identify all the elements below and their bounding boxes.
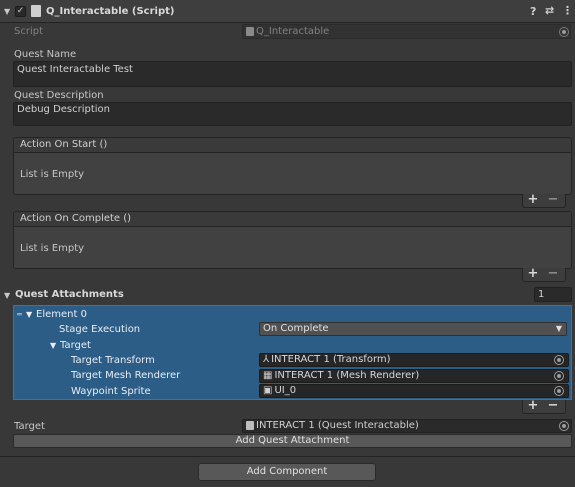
add-listener-button[interactable]: + <box>523 193 543 206</box>
target-label: Target <box>14 421 45 432</box>
collapse-chevron-icon[interactable]: ▼ <box>4 7 10 16</box>
action-on-complete-event: Action On Complete () List is Empty <box>13 211 572 269</box>
stage-execution-value: On Complete <box>263 323 329 334</box>
transform-icon: ⅄ <box>263 354 270 365</box>
script-label: Script <box>14 26 44 37</box>
add-listener-button[interactable]: + <box>523 267 543 280</box>
add-element-button[interactable]: + <box>523 399 543 412</box>
object-picker-icon[interactable] <box>554 371 564 381</box>
script-file-icon <box>246 26 254 36</box>
sprite-icon: ▣ <box>263 385 273 396</box>
remove-listener-button[interactable]: − <box>543 267 563 280</box>
object-picker-icon[interactable] <box>554 386 564 396</box>
component-title: Q_Interactable (Script) <box>46 6 175 17</box>
script-field: Q_Interactable <box>242 24 571 39</box>
quest-attachments-label[interactable]: Quest Attachments <box>15 289 124 300</box>
divider <box>0 456 575 457</box>
target-transform-field[interactable]: ⅄ INTERACT 1 (Transform) <box>259 353 569 367</box>
help-icon[interactable]: ? <box>530 5 536 18</box>
waypoint-sprite-field[interactable]: ▣ UI_0 <box>259 384 569 398</box>
dropdown-arrow-icon: ▼ <box>555 324 562 333</box>
component-header: ▼ ✓ Q_Interactable (Script) ? ⇄ ⋮ <box>0 0 575 23</box>
quest-attachments-size-input[interactable]: 1 <box>534 287 572 302</box>
element-label[interactable]: Element 0 <box>36 309 87 320</box>
object-picker-icon[interactable] <box>559 421 569 431</box>
add-quest-attachment-button[interactable]: Add Quest Attachment <box>13 434 572 448</box>
script-icon <box>31 5 41 17</box>
object-picker-icon[interactable] <box>554 355 564 365</box>
quest-name-label: Quest Name <box>14 49 77 60</box>
quest-description-input[interactable]: Debug Description <box>13 102 572 126</box>
waypoint-sprite-value: UI_0 <box>274 385 297 396</box>
action-on-complete-controls: + − <box>522 267 566 282</box>
stage-execution-dropdown[interactable]: On Complete ▼ <box>259 322 567 336</box>
drag-handle-icon[interactable]: ═ <box>17 310 22 319</box>
script-file-icon <box>246 420 254 430</box>
action-on-complete-header: Action On Complete () <box>14 212 571 227</box>
add-component-button[interactable]: Add Component <box>198 463 376 481</box>
kebab-menu-icon[interactable]: ⋮ <box>562 4 573 17</box>
sliders-icon[interactable]: ⇄ <box>545 4 554 17</box>
quest-description-label: Quest Description <box>14 90 104 101</box>
quest-name-input[interactable]: Quest Interactable Test <box>13 61 572 87</box>
action-on-complete-empty: List is Empty <box>20 243 85 254</box>
mesh-renderer-icon: ▦ <box>263 370 273 381</box>
target-group-label[interactable]: Target <box>60 340 91 351</box>
target-foldout-icon[interactable]: ▼ <box>50 341 56 350</box>
target-mesh-renderer-value: INTERACT 1 (Mesh Renderer) <box>274 370 420 381</box>
quest-attachments-foldout-icon[interactable]: ▼ <box>4 291 10 300</box>
remove-element-button[interactable]: − <box>543 399 563 412</box>
action-on-start-empty: List is Empty <box>20 169 85 180</box>
target-mesh-renderer-field[interactable]: ▦ INTERACT 1 (Mesh Renderer) <box>259 369 569 383</box>
waypoint-sprite-label: Waypoint Sprite <box>71 386 151 397</box>
target-transform-label: Target Transform <box>71 355 155 366</box>
attachment-element-0: ═ ▼ Element 0 Stage Execution On Complet… <box>13 305 572 400</box>
action-on-start-header: Action On Start () <box>14 138 571 153</box>
target-field[interactable]: INTERACT 1 (Quest Interactable) <box>242 419 572 433</box>
action-on-start-event: Action On Start () List is Empty <box>13 137 572 195</box>
script-value: Q_Interactable <box>256 26 330 37</box>
target-mesh-renderer-label: Target Mesh Renderer <box>71 370 181 381</box>
action-on-start-controls: + − <box>522 193 566 208</box>
object-picker-icon <box>559 27 569 37</box>
element-foldout-icon[interactable]: ▼ <box>26 310 32 319</box>
stage-execution-label: Stage Execution <box>59 324 141 335</box>
target-transform-value: INTERACT 1 (Transform) <box>271 354 391 365</box>
enabled-checkbox[interactable]: ✓ <box>15 6 26 17</box>
target-value: INTERACT 1 (Quest Interactable) <box>256 420 419 431</box>
attachments-controls: + − <box>522 399 566 414</box>
remove-listener-button[interactable]: − <box>543 193 563 206</box>
